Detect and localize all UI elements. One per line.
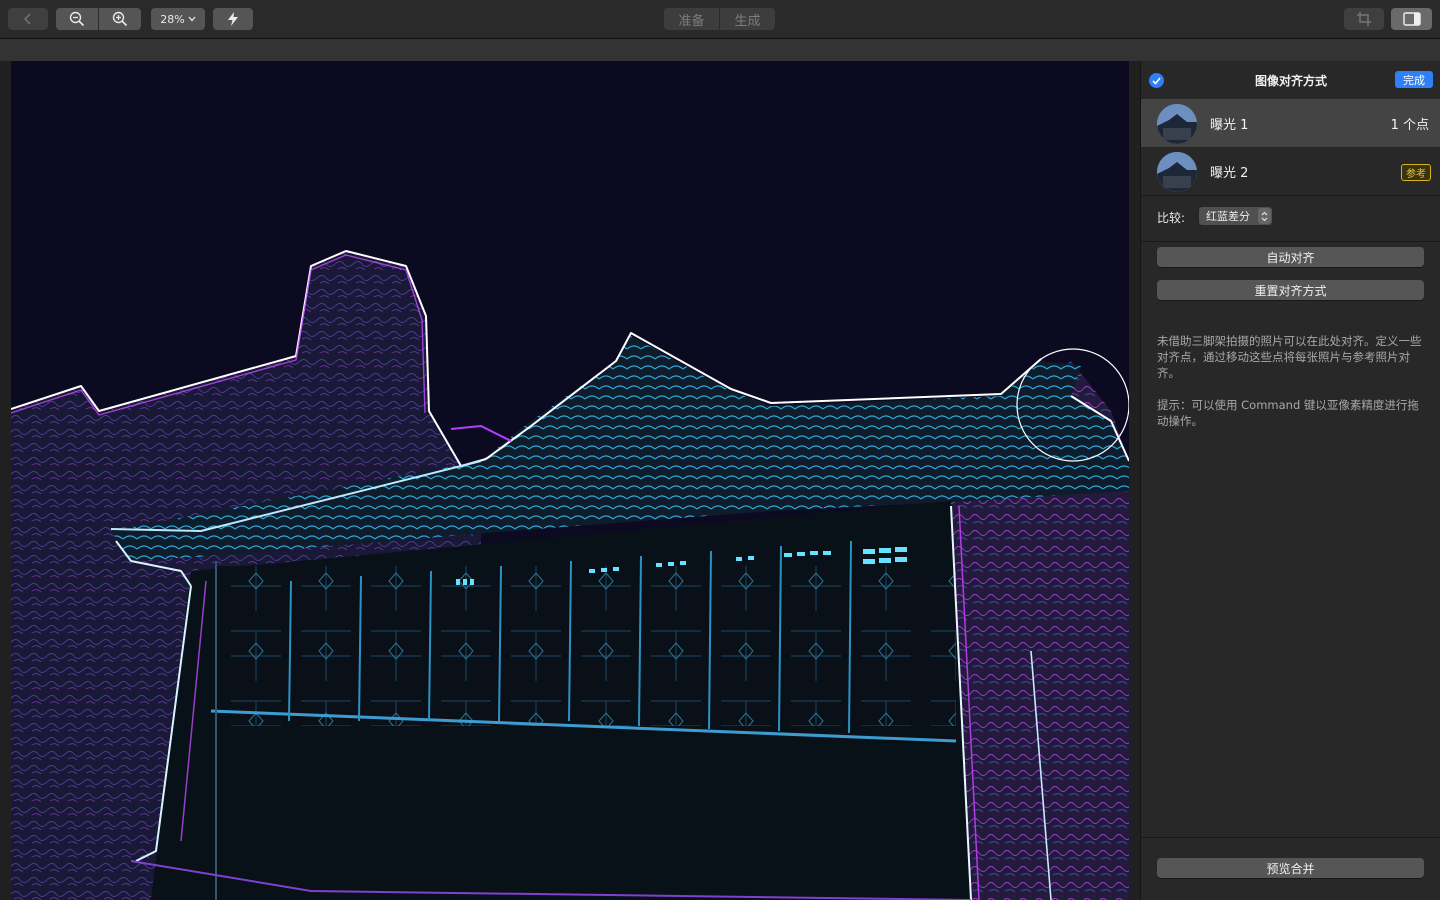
reference-badge: 参考: [1401, 164, 1431, 181]
reset-alignment-button[interactable]: 重置对齐方式: [1157, 280, 1424, 300]
crop-icon: [1356, 12, 1372, 26]
done-button[interactable]: 完成: [1395, 71, 1433, 88]
exposure-thumbnail: [1157, 104, 1197, 144]
toolbar: 28% 准备 生成: [0, 0, 1440, 39]
compare-mode-select[interactable]: 红蓝差分: [1199, 207, 1272, 225]
sidebar-header: 图像对齐方式 完成: [1141, 61, 1440, 99]
zoom-level-value: 28%: [160, 12, 185, 26]
auto-align-button[interactable]: 自动对齐: [1157, 247, 1424, 267]
lightning-icon: [227, 12, 239, 26]
zoom-out-icon: [69, 11, 85, 27]
compare-mode-value: 红蓝差分: [1206, 210, 1250, 223]
tab-prepare[interactable]: 准备: [664, 8, 719, 30]
chevron-down-icon: [188, 16, 196, 22]
zoom-level-select[interactable]: 28%: [151, 8, 205, 30]
back-button[interactable]: [8, 8, 48, 30]
divider: [1141, 241, 1440, 242]
exposure-name: 曝光 2: [1210, 165, 1249, 181]
exposure-row-2[interactable]: 曝光 2 参考: [1141, 147, 1440, 195]
zoom-out-button[interactable]: [56, 8, 98, 30]
divider: [1141, 195, 1440, 196]
aligned-photo-preview[interactable]: [11, 61, 1129, 900]
mode-tabs: 准备 生成: [664, 8, 775, 30]
zoom-in-icon: [112, 11, 128, 27]
tip-text: 提示：可以使用 Command 键以亚像素精度进行拖动操作。: [1157, 398, 1419, 428]
tab-generate[interactable]: 生成: [719, 8, 775, 30]
image-canvas[interactable]: [0, 61, 1140, 900]
edge-difference-image: [11, 61, 1129, 900]
alignment-sidebar: 图像对齐方式 完成 曝光 1 1 个点 曝光 2 参考 比较: 红蓝差分 自动对…: [1140, 61, 1440, 900]
sidebar-toggle-icon: [1402, 12, 1421, 26]
zoom-in-button[interactable]: [99, 8, 141, 30]
sub-toolbar: [0, 39, 1440, 61]
point-count: 1 个点: [1390, 117, 1429, 133]
exposure-thumbnail: [1157, 152, 1197, 192]
help-text: 未借助三脚架拍摄的照片可以在此处对齐。定义一些对齐点，通过移动这些点将每张照片与…: [1157, 334, 1422, 380]
quick-action-button[interactable]: [213, 8, 253, 30]
preview-merge-button[interactable]: 预览合并: [1157, 858, 1424, 878]
compare-label: 比较:: [1157, 211, 1186, 225]
chevron-left-icon: [23, 13, 33, 25]
crop-button[interactable]: [1344, 8, 1384, 30]
sidebar-toggle-button[interactable]: [1391, 8, 1432, 30]
exposure-name: 曝光 1: [1210, 117, 1249, 133]
divider: [1141, 837, 1440, 838]
exposure-row-1[interactable]: 曝光 1 1 个点: [1141, 99, 1440, 147]
up-down-chevron-icon: [1258, 208, 1271, 224]
